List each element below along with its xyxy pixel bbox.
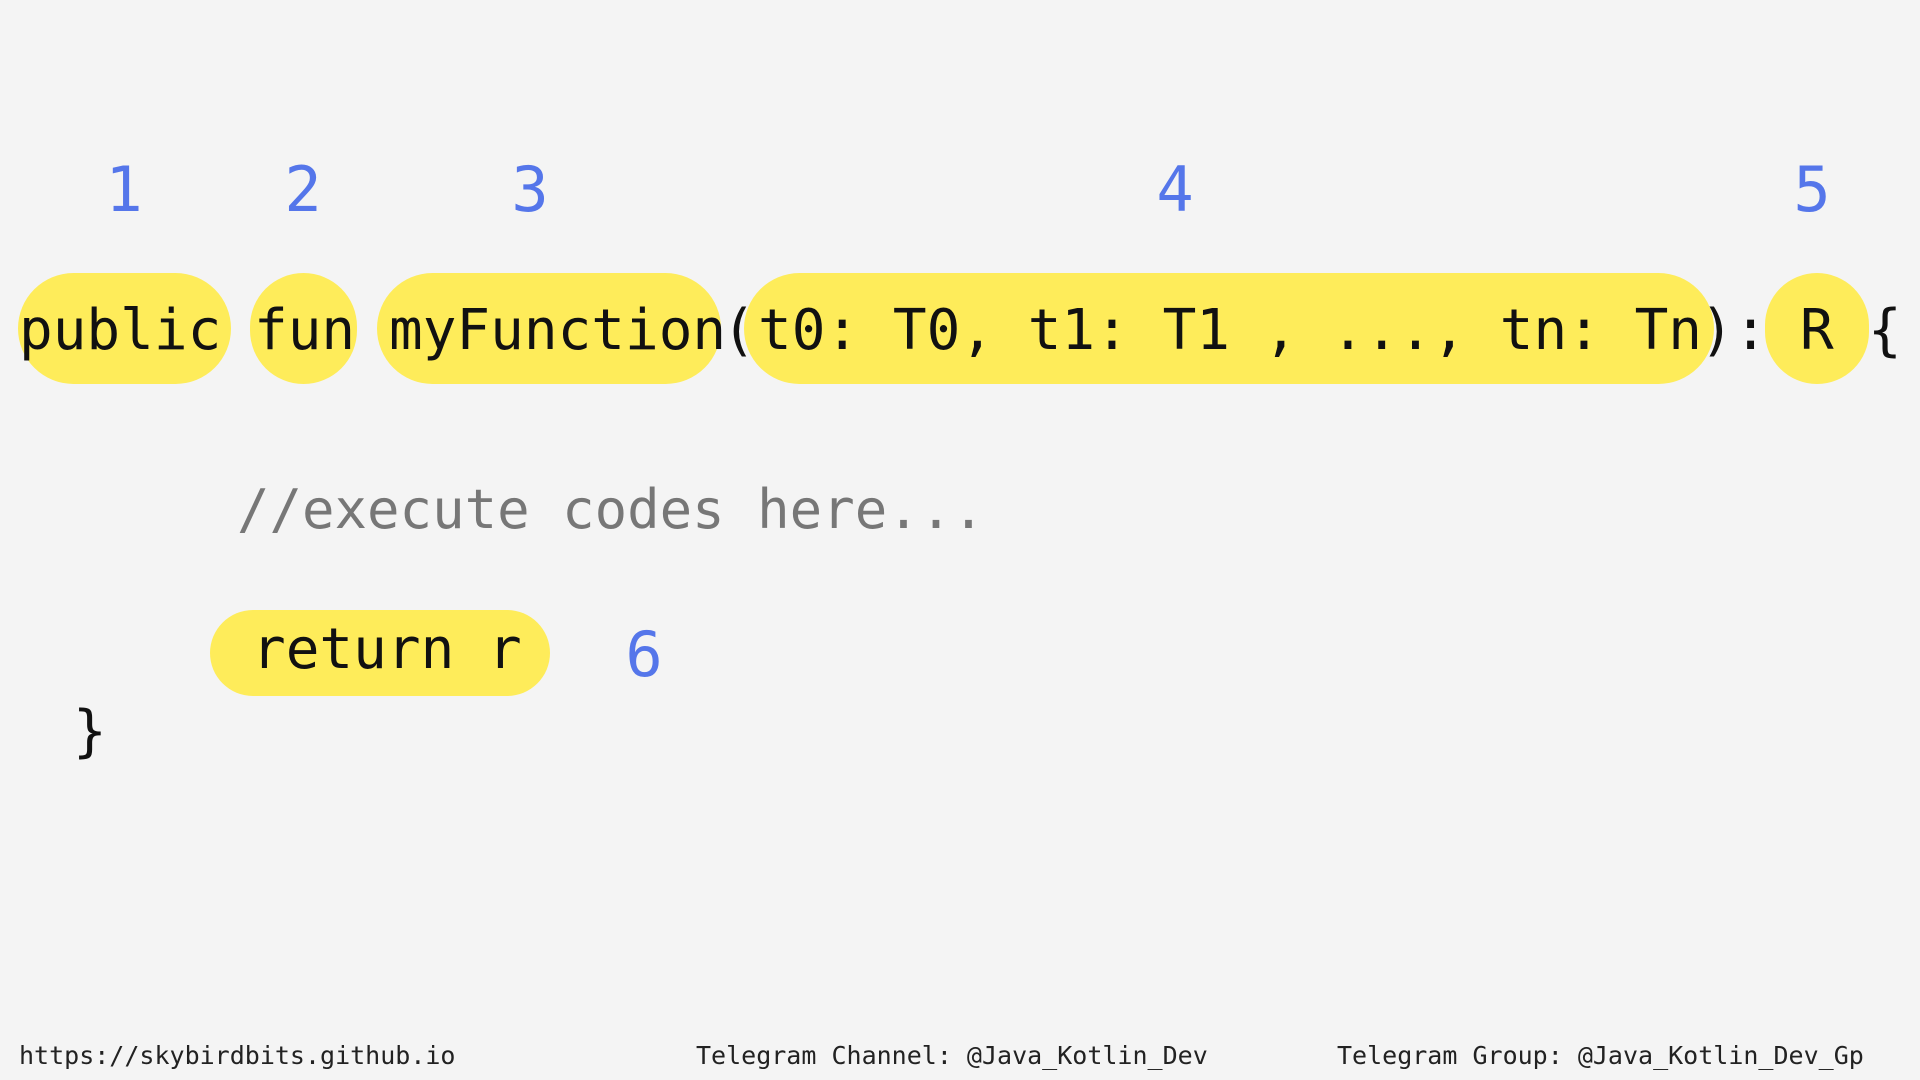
marker-3: 3	[511, 153, 549, 226]
marker-2: 2	[284, 153, 322, 226]
footer-telegram-channel: Telegram Channel: @Java_Kotlin_Dev	[696, 1041, 1208, 1070]
code-close-brace: }	[73, 699, 107, 764]
code-open-brace: {	[1868, 298, 1902, 363]
marker-6: 6	[625, 618, 663, 691]
marker-5: 5	[1793, 153, 1831, 226]
code-comment: //execute codes here...	[237, 478, 985, 541]
footer-website: https://skybirdbits.github.io	[19, 1041, 456, 1070]
code-parameters: t0: T0, t1: T1 , ..., tn: Tn	[758, 298, 1703, 363]
code-return-statement: return r	[252, 617, 522, 682]
code-keyword: fun	[254, 298, 356, 363]
code-close-paren-colon: ):	[1700, 298, 1768, 363]
marker-4: 4	[1156, 153, 1194, 226]
code-function-name: myFunction	[389, 298, 727, 363]
footer-telegram-group: Telegram Group: @Java_Kotlin_Dev_Gp	[1337, 1041, 1864, 1070]
code-modifier: public	[19, 298, 222, 363]
code-open-paren: (	[722, 298, 756, 363]
marker-1: 1	[105, 153, 143, 226]
code-return-type: R	[1800, 298, 1834, 363]
